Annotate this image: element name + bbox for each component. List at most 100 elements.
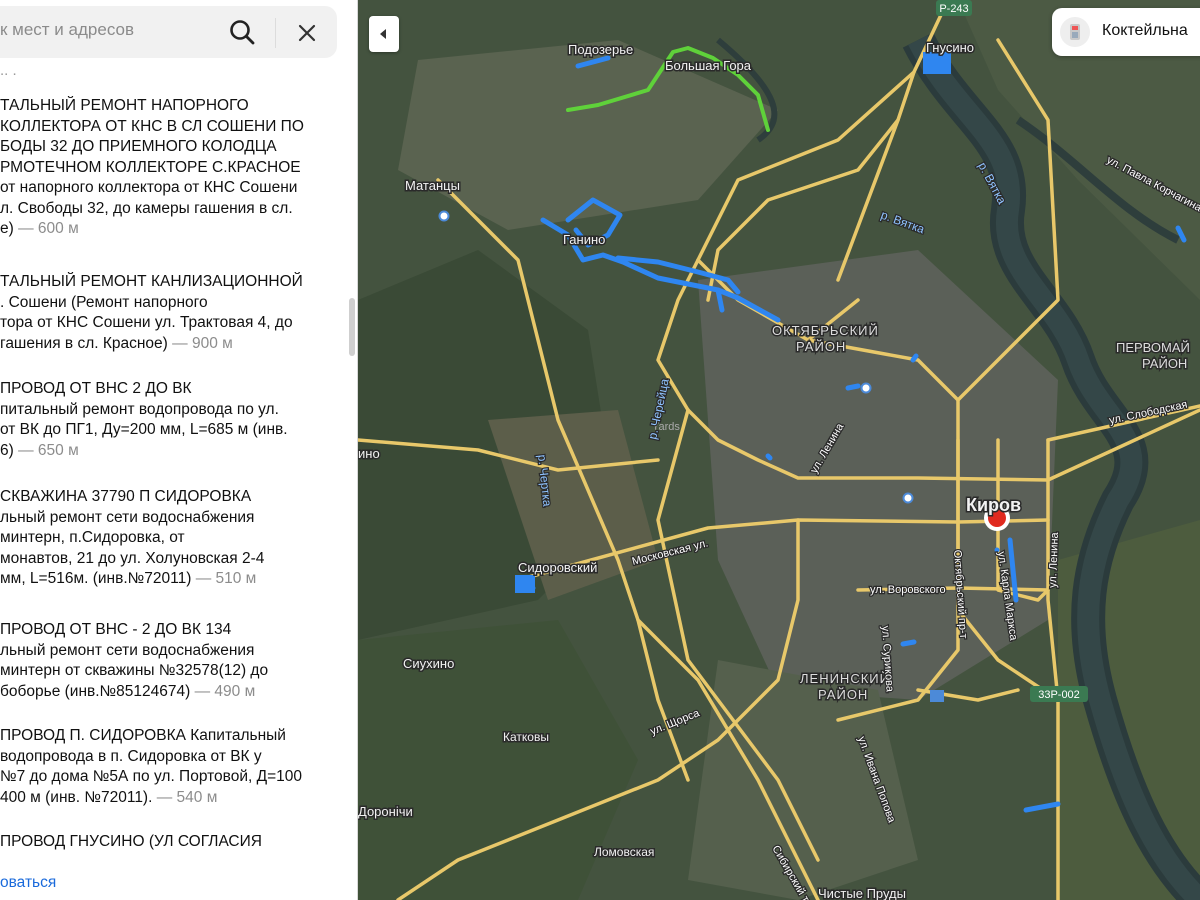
result-text-line: монавтов, 21 до ул. Холуновская 2-4 <box>0 549 265 567</box>
label-sidorovsky: Сидоровский <box>518 560 597 575</box>
label-leninsky-district: ЛЕНИНСКИЙ <box>800 671 890 686</box>
result-item[interactable]: ПРОВОД ОТ ВНС - 2 ДО ВК 134 льный ремонт … <box>0 620 340 702</box>
result-text-line: тора от КНС Сошени ул. Трактовая 4, до <box>0 314 293 331</box>
chevron-left-icon <box>380 29 386 39</box>
result-title-line: ПРОВОД ОТ ВНС 2 ДО ВК <box>0 380 192 397</box>
label-bolshaya-gora: Большая Гора <box>665 58 752 73</box>
result-text-line: питальный ремонт водопровода по ул. <box>0 400 279 418</box>
search-input[interactable] <box>0 20 220 40</box>
result-text-line: минтерн от скважины №32578(12) до <box>0 662 269 679</box>
result-text-line: 400 м (инв. №72011). — 540 м <box>0 788 340 809</box>
result-text-line: от ВК до ПГ1, Ду=200 мм, L=685 м (инв. <box>0 421 288 438</box>
result-distance: — 510 м <box>195 570 257 587</box>
results-list: .. . ТАЛЬНЫЙ РЕМОНТ НАПОРНОГО КОЛЛЕКТОРА … <box>0 66 345 866</box>
result-text-line: гашения в сл. Красное) — 900 м <box>0 334 340 355</box>
label-kirov: Киров <box>966 495 1021 515</box>
label-pervomaisky-district: ПЕРВОМАЙ <box>1116 340 1190 355</box>
close-icon <box>298 24 316 42</box>
result-text-line: БОДЫ 32 ДО ПРИЕМНОГО КОЛОДЦА <box>0 138 277 155</box>
result-text-line: л. Свободы 32, до камеры гашения в сл. <box>0 199 293 217</box>
result-text-line: минтерн, п.Сидоровка, от <box>0 529 185 546</box>
search-icon <box>230 20 255 45</box>
result-title-line: ТАЛЬНЫЙ РЕМОНТ НАПОРНОГО <box>0 97 249 114</box>
result-text-line: льный ремонт сети водоснабжения <box>0 508 255 526</box>
search-box <box>0 6 337 58</box>
highway-label: 33Р-002 <box>1038 689 1080 701</box>
poi-marker[interactable] <box>438 210 450 222</box>
result-title-line: ПРОВОД ГНУСИНО (УЛ СОГЛАСИЯ <box>0 833 262 850</box>
result-distance: — 650 м <box>18 441 79 459</box>
highway-badge-r243: Р-243 <box>936 0 972 16</box>
result-text: гашения в сл. Красное) <box>0 334 168 352</box>
label-katkovy: Катковы <box>503 730 549 744</box>
result-item[interactable]: СКВАЖИНА 37790 П СИДОРОВКА льный ремонт с… <box>0 487 340 590</box>
result-text-line: водопровода в п. Сидоровка от ВК у <box>0 747 262 765</box>
result-distance: — 540 м <box>156 788 218 806</box>
label-chistye-prudy: Чистые Пруды <box>818 886 906 900</box>
pipeline-blue <box>845 383 861 391</box>
label-district-rayon: РАЙОН <box>796 339 846 354</box>
collapse-panel-button[interactable] <box>369 16 399 52</box>
pipeline-blue-block <box>923 52 951 74</box>
poi-marker[interactable] <box>902 492 914 504</box>
highway-badge-33r: 33Р-002 <box>1030 686 1088 702</box>
label-gnusino: Гнусино <box>926 40 974 55</box>
result-title-line: ПРОВОД П. СИДОРОВКА Капитальный <box>0 727 286 744</box>
result-text: е) <box>0 220 14 237</box>
result-text-line: . Сошени (Ремонт напорного <box>0 293 208 311</box>
label-ino: ино <box>358 446 380 461</box>
close-button[interactable] <box>290 16 324 50</box>
scrollbar[interactable] <box>349 74 355 864</box>
satellite-map[interactable]: Р-243 33Р-002 Подозерье Большая Гора Гну… <box>358 0 1200 900</box>
place-chip-label: Коктейльна <box>1102 22 1188 39</box>
label-district-rayon: РАЙОН <box>1142 356 1187 371</box>
pipeline-blue <box>900 639 917 647</box>
result-item[interactable]: ТАЛЬНЫЙ РЕМОНТ КАНЛИЗАЦИОННОЙ . Сошени (Р… <box>0 272 340 354</box>
result-item[interactable]: ПРОВОД ГНУСИНО (УЛ СОГЛАСИЯ <box>0 832 340 853</box>
place-icon <box>1060 17 1090 47</box>
label-oktyabrsky-district: ОКТЯБРЬСКИЙ <box>772 323 879 338</box>
result-title-line: СКВАЖИНА 37790 П СИДОРОВКА <box>0 488 252 505</box>
result-distance: — 600 м <box>18 220 79 237</box>
search-button[interactable] <box>226 16 260 50</box>
map-canvas[interactable]: Р-243 33Р-002 Подозерье Большая Гора Гну… <box>358 0 1200 900</box>
result-text: 6) <box>0 441 14 459</box>
scrollbar-thumb[interactable] <box>349 298 355 356</box>
result-item[interactable]: ПРОВОД ОТ ВНС 2 ДО ВК питальный ремонт во… <box>0 379 340 461</box>
result-text-line: РМОТЕЧНОМ КОЛЛЕКТОРЕ С.КРАСНОЕ <box>0 158 301 176</box>
result-item[interactable]: ТАЛЬНЫЙ РЕМОНТ НАПОРНОГО КОЛЛЕКТОРА ОТ КН… <box>0 96 340 240</box>
panel-footer: оваться <box>0 866 357 900</box>
pipeline-blue <box>765 453 773 461</box>
result-text-line: №7 до дома №5А по ул. Портовой, Д=100 <box>0 768 303 785</box>
label-district-rayon: РАЙОН <box>818 687 868 702</box>
result-stub: .. . <box>0 66 17 79</box>
label-street: ул. Воровского <box>870 584 946 596</box>
poi-marker[interactable] <box>860 382 872 394</box>
label-lomovskaya: Ломовская <box>594 845 654 859</box>
result-text-line: е) — 600 м <box>0 219 340 240</box>
result-text-line: КОЛЛЕКТОРА ОТ КНС В СЛ СОШЕНИ ПО <box>0 117 304 135</box>
transit-icon[interactable] <box>930 690 944 702</box>
pipeline-blue <box>910 353 919 363</box>
label-podozerye: Подозерье <box>568 42 633 57</box>
result-text-line: от напорного коллектора от КНС Сошени <box>0 179 298 196</box>
label-street: ул. Ленина <box>1047 531 1061 588</box>
result-text-line: боборье (инв.№85124674) — 490 м <box>0 682 340 703</box>
result-text: мм, L=516м. (инв.№72011) <box>0 570 192 587</box>
label-siukhino: Сиухино <box>403 656 454 671</box>
result-text: 400 м (инв. №72011). <box>0 788 153 806</box>
result-text: боборье (инв.№85124674) <box>0 682 191 700</box>
result-text-line: мм, L=516м. (инв.№72011) — 510 м <box>0 569 340 590</box>
footer-link[interactable]: оваться <box>0 874 56 892</box>
result-item[interactable]: ПРОВОД П. СИДОРОВКА Капитальный водопрово… <box>0 726 340 808</box>
result-text-line: льный ремонт сети водоснабжения <box>0 641 255 659</box>
result-distance: — 490 м <box>194 682 256 700</box>
place-chip[interactable]: Коктейльна <box>1052 8 1200 56</box>
result-title-line: ТАЛЬНЫЙ РЕМОНТ КАНЛИЗАЦИОННОЙ <box>0 273 303 290</box>
highway-label: Р-243 <box>939 3 968 15</box>
label-matantsy: Матанцы <box>405 178 460 193</box>
result-title-line: ПРОВОД ОТ ВНС - 2 ДО ВК 134 <box>0 621 232 638</box>
result-text-line: 6) — 650 м <box>0 441 340 462</box>
result-distance: — 900 м <box>172 334 233 352</box>
pipeline-blue-block <box>515 575 535 593</box>
